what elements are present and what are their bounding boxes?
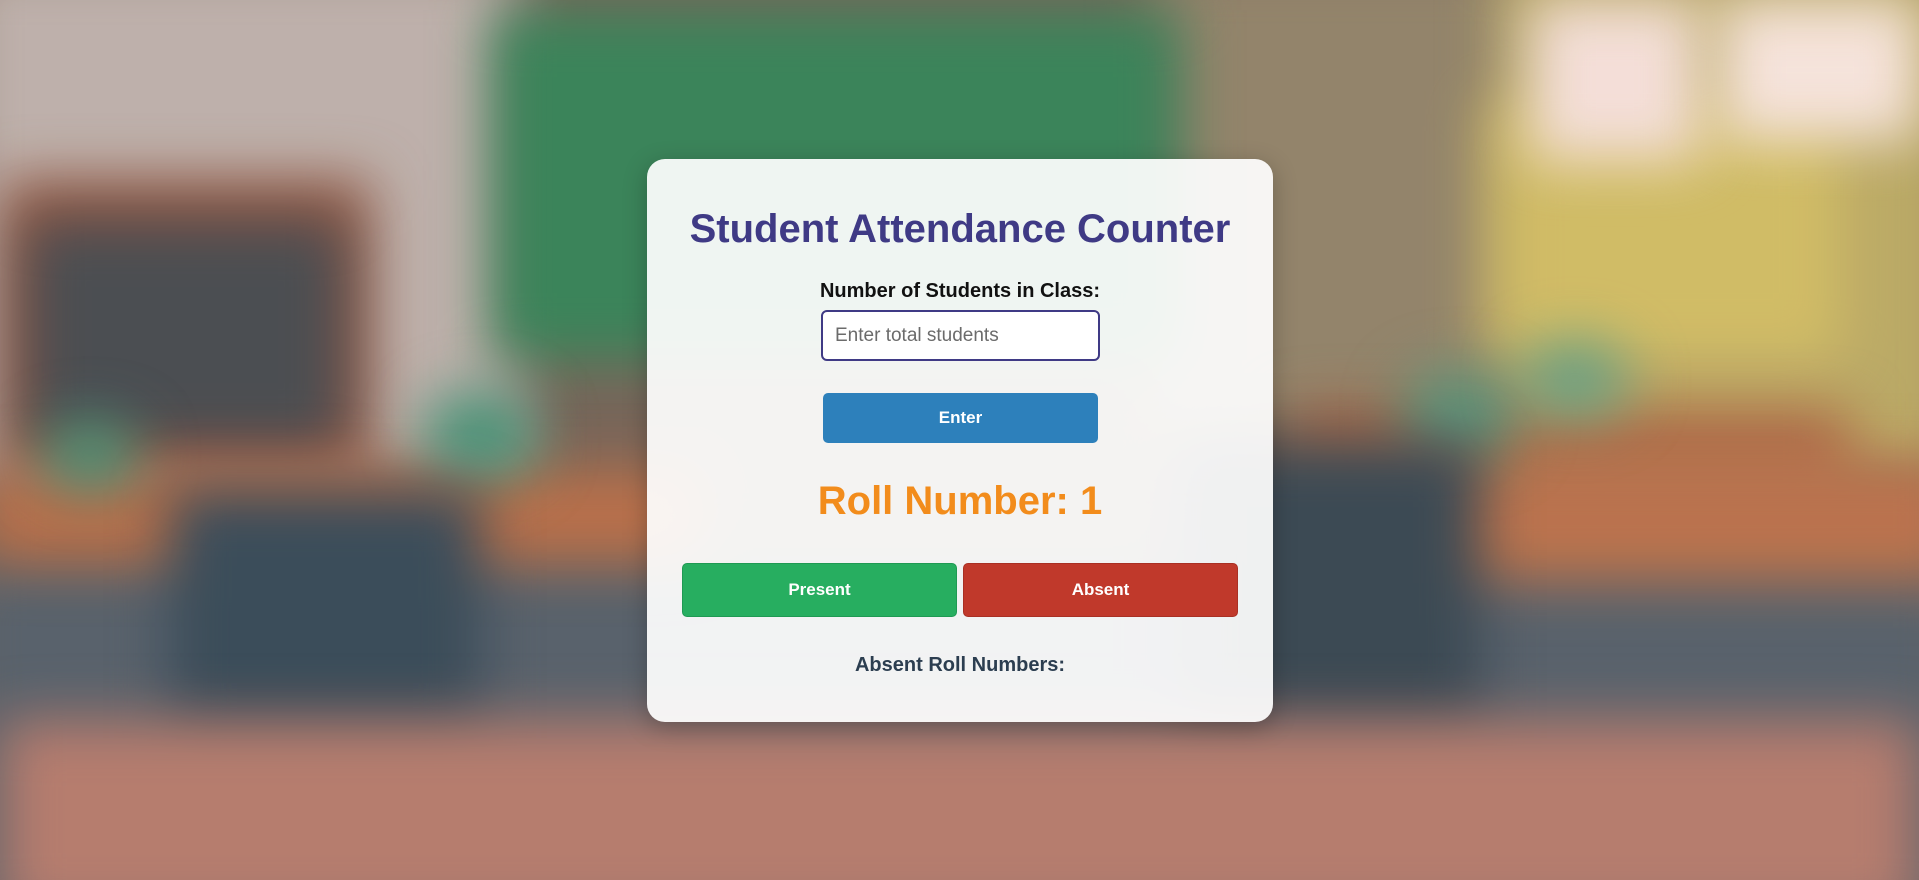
attendance-card: Student Attendance Counter Number of Stu… <box>647 159 1273 722</box>
page-title: Student Attendance Counter <box>689 207 1231 251</box>
roll-number-display: Roll Number: 1 <box>817 479 1103 523</box>
absent-roll-numbers-label: Absent Roll Numbers: <box>854 654 1066 676</box>
present-button[interactable]: Present <box>682 563 957 617</box>
class-size-input[interactable] <box>821 310 1100 361</box>
class-size-label: Number of Students in Class: <box>819 280 1101 302</box>
enter-button[interactable]: Enter <box>823 393 1098 443</box>
absent-button[interactable]: Absent <box>963 563 1238 617</box>
